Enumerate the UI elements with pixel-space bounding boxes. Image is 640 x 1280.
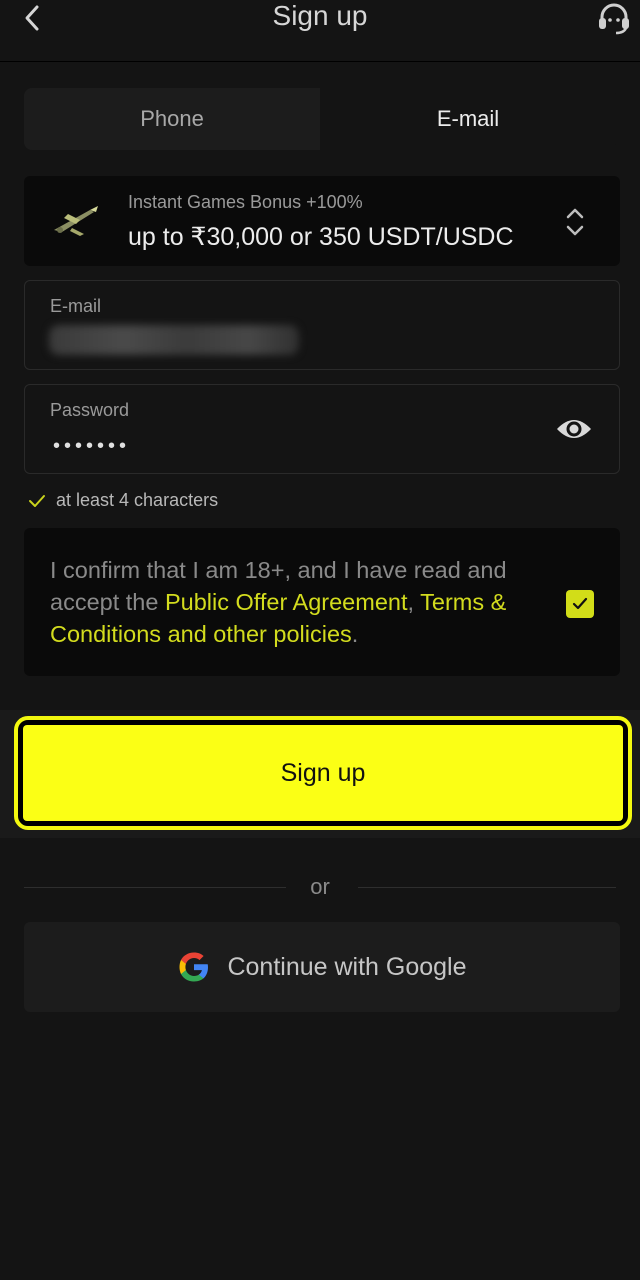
check-icon — [29, 494, 45, 507]
age-consent-box: I confirm that I am 18+, and I have read… — [24, 528, 620, 676]
password-value: ••••••• — [53, 435, 131, 457]
google-icon — [179, 952, 209, 982]
checkmark-icon — [572, 597, 588, 610]
up-down-chevron-icon — [566, 208, 584, 236]
or-divider: or — [24, 870, 616, 906]
email-value-obscured — [49, 325, 299, 355]
airplane-icon — [54, 206, 98, 236]
password-label: Password — [50, 400, 130, 420]
password-field[interactable]: Password ••••••• — [24, 384, 620, 474]
consent-separator: , — [407, 589, 421, 615]
signup-button-area: Sign up — [0, 710, 640, 838]
support-button[interactable] — [594, 0, 634, 36]
continue-with-google-button[interactable]: Continue with Google — [24, 922, 620, 1012]
headset-icon — [599, 3, 629, 35]
bonus-selector[interactable]: Instant Games Bonus +100% up to ₹30,000 … — [24, 176, 620, 266]
signup-method-tabs: Phone E-mail — [24, 88, 616, 150]
signup-button-label: Sign up — [23, 725, 623, 821]
consent-text: I confirm that I am 18+, and I have read… — [50, 554, 550, 650]
bonus-amount: up to ₹30,000 or 350 USDT/USDC — [128, 223, 514, 251]
eye-icon — [557, 420, 591, 438]
toggle-password-visibility[interactable] — [555, 413, 593, 445]
password-hint-text: at least 4 characters — [56, 490, 219, 510]
page-title: Sign up — [272, 0, 368, 31]
tab-phone[interactable]: Phone — [24, 88, 320, 150]
email-field[interactable]: E-mail — [24, 280, 620, 370]
divider-line-right — [358, 887, 616, 888]
consent-end: . — [351, 621, 359, 647]
header: Sign up — [0, 0, 640, 62]
google-button-label: Continue with Google — [227, 952, 467, 981]
tab-email[interactable]: E-mail — [320, 88, 616, 150]
public-offer-link[interactable]: Public Offer Agreement — [165, 589, 408, 615]
signup-button[interactable]: Sign up — [14, 716, 632, 830]
bonus-subtitle: Instant Games Bonus +100% — [128, 192, 363, 212]
email-label: E-mail — [50, 296, 102, 316]
consent-checkbox[interactable] — [566, 590, 594, 618]
password-hint: at least 4 characters — [28, 490, 218, 511]
